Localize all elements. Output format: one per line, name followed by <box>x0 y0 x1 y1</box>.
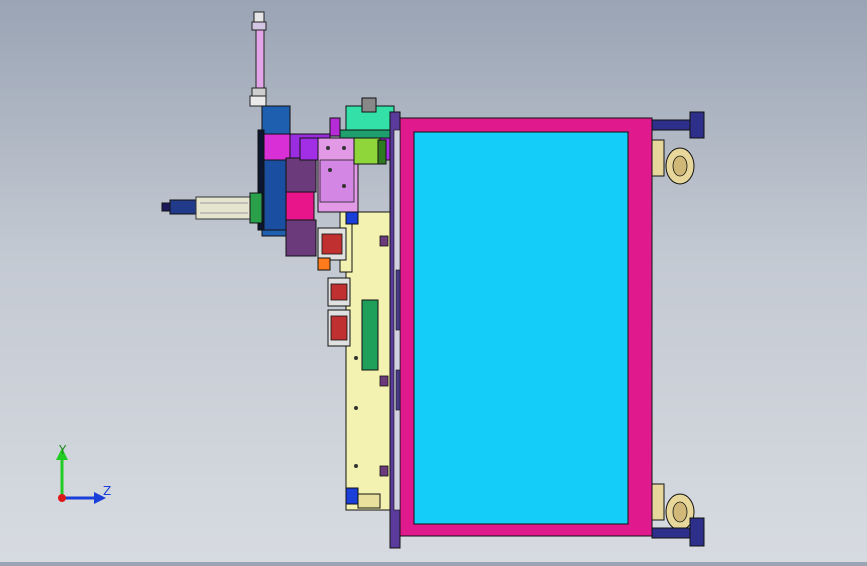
vertical-cylinder <box>249 11 267 107</box>
z-axis-label: Z <box>103 484 111 498</box>
main-frame <box>389 111 653 549</box>
y-axis-label: Y <box>58 443 67 457</box>
blue-column <box>257 105 291 237</box>
cad-viewport[interactable]: Y Z <box>0 0 867 562</box>
base-plate <box>339 211 391 511</box>
x-axis-origin <box>58 494 66 502</box>
caster-bottom <box>651 483 695 531</box>
assembly-drawing <box>161 11 705 549</box>
axis-triad: Y Z <box>56 443 111 504</box>
foot-top <box>651 111 705 139</box>
horizontal-cylinder <box>161 192 263 224</box>
caster-top <box>651 139 695 185</box>
